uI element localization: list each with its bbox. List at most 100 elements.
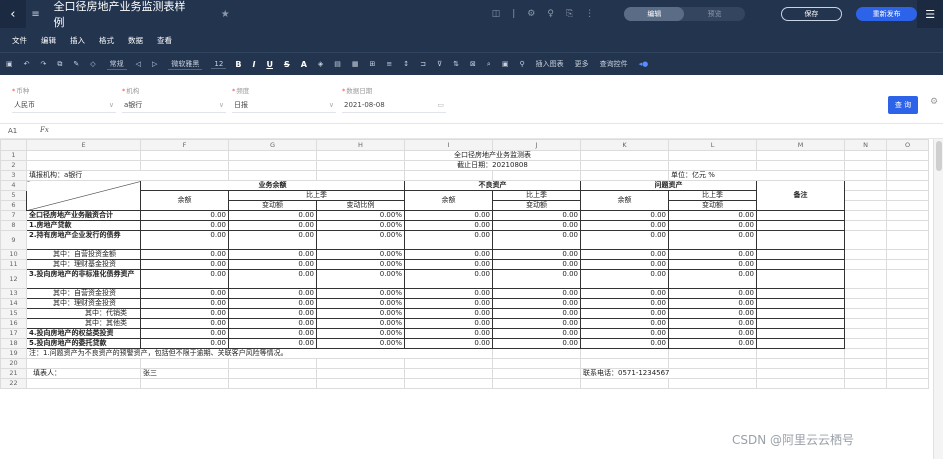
merge-icon[interactable]: ⊞ bbox=[370, 60, 376, 68]
query-control-button[interactable]: 查询控件 bbox=[600, 59, 628, 69]
value-cell[interactable]: 0.00 bbox=[140, 318, 229, 329]
remark-cell[interactable] bbox=[756, 210, 845, 221]
decimal-decrease-icon[interactable]: ◁ bbox=[136, 60, 141, 68]
row-header[interactable]: 18 bbox=[0, 338, 27, 349]
row-header[interactable]: 15 bbox=[0, 308, 27, 319]
valign-icon[interactable]: ↕ bbox=[403, 60, 409, 68]
value-cell[interactable]: 0.00% bbox=[316, 288, 405, 299]
row-label[interactable]: 其中：代销类 bbox=[26, 308, 141, 319]
sheet-cell[interactable] bbox=[404, 378, 493, 389]
sheet-cell[interactable] bbox=[886, 200, 929, 211]
sheet-cell[interactable] bbox=[844, 180, 887, 191]
value-cell[interactable]: 0.00 bbox=[140, 230, 229, 250]
copy-icon[interactable]: ⧉ bbox=[57, 60, 62, 69]
row-header[interactable]: 1 bbox=[0, 150, 27, 161]
sheet-cell[interactable] bbox=[228, 378, 317, 389]
value-cell[interactable]: 0.00 bbox=[492, 220, 581, 231]
value-cell[interactable]: 0.00 bbox=[492, 259, 581, 270]
value-cell[interactable]: 0.00 bbox=[404, 210, 493, 221]
sheet-cell[interactable] bbox=[580, 378, 669, 389]
org-select[interactable]: a银行 ∨ bbox=[122, 98, 226, 113]
export-icon[interactable]: ⎘ bbox=[566, 9, 573, 19]
sheet-cell[interactable] bbox=[756, 150, 845, 161]
bold-icon[interactable]: B bbox=[235, 60, 241, 69]
sheet-cell[interactable] bbox=[228, 358, 317, 369]
remark-cell[interactable] bbox=[756, 298, 845, 309]
header-ratio[interactable]: 变动比例 bbox=[316, 200, 405, 211]
sheet-title[interactable]: 全口径房地产业务监测表 bbox=[404, 150, 581, 161]
row-label[interactable]: 其中：理财基金投资 bbox=[26, 259, 141, 270]
sheet-cell[interactable] bbox=[844, 210, 887, 221]
sheet-cell[interactable] bbox=[756, 160, 845, 171]
sheet-cell[interactable] bbox=[844, 308, 887, 319]
filler-label[interactable]: 填表人： bbox=[26, 368, 141, 379]
menu-format[interactable]: 格式 bbox=[99, 35, 114, 46]
row-label[interactable]: 其中：自营资金投资 bbox=[26, 288, 141, 299]
undo-icon[interactable]: ↶ bbox=[24, 60, 30, 68]
remark-cell[interactable] bbox=[756, 338, 845, 349]
scroll-thumb[interactable] bbox=[936, 141, 942, 171]
sheet-cell[interactable] bbox=[26, 358, 141, 369]
sheet-cell[interactable] bbox=[756, 358, 845, 369]
border-icon[interactable]: ▤ bbox=[334, 60, 341, 68]
sheet-cell[interactable] bbox=[228, 170, 317, 181]
sheet-cell[interactable] bbox=[492, 170, 581, 181]
header-balance[interactable]: 余额 bbox=[580, 190, 669, 211]
sheet-cell[interactable] bbox=[492, 358, 581, 369]
value-cell[interactable]: 0.00 bbox=[404, 338, 493, 349]
row-header[interactable]: 20 bbox=[0, 358, 27, 369]
value-cell[interactable]: 0.00 bbox=[580, 210, 669, 221]
sheet-cell[interactable] bbox=[844, 338, 887, 349]
row-header[interactable]: 21 bbox=[0, 368, 27, 379]
remark-cell[interactable] bbox=[756, 308, 845, 319]
freeze-icon[interactable]: ⊠ bbox=[470, 60, 476, 68]
menu-edit[interactable]: 编辑 bbox=[41, 35, 56, 46]
sheet-cell[interactable] bbox=[886, 160, 929, 171]
value-cell[interactable]: 0.00 bbox=[228, 210, 317, 221]
find-icon[interactable]: ⌕ bbox=[487, 60, 491, 69]
settings-icon[interactable]: ⚙ bbox=[527, 9, 535, 19]
filler-value[interactable]: 张三 bbox=[140, 368, 229, 379]
value-cell[interactable]: 0.00 bbox=[668, 230, 757, 250]
query-button[interactable]: 查 询 bbox=[888, 96, 918, 114]
value-cell[interactable]: 0.00% bbox=[316, 328, 405, 339]
row-label[interactable]: 1.房地产贷款 bbox=[26, 220, 141, 231]
sheet-cell[interactable] bbox=[844, 220, 887, 231]
value-cell[interactable]: 0.00 bbox=[580, 230, 669, 250]
value-cell[interactable]: 0.00% bbox=[316, 308, 405, 319]
freq-select[interactable]: 日报 ∨ bbox=[232, 98, 336, 113]
cell-reference[interactable]: A1 bbox=[8, 127, 17, 135]
sheet-cell[interactable] bbox=[580, 348, 669, 359]
value-cell[interactable]: 0.00 bbox=[140, 338, 229, 349]
sheet-cell[interactable] bbox=[668, 150, 757, 161]
sheet-cell[interactable] bbox=[844, 150, 887, 161]
header-business[interactable]: 业务余额 bbox=[140, 180, 405, 191]
value-cell[interactable]: 0.00 bbox=[404, 230, 493, 250]
sheet-cell[interactable] bbox=[316, 368, 405, 379]
star-icon[interactable]: ★ bbox=[221, 9, 230, 20]
row-header[interactable]: 8 bbox=[0, 220, 27, 231]
hamburger-icon[interactable]: ☰ bbox=[917, 0, 943, 28]
date-picker[interactable]: 2021-08-08 ▭ bbox=[342, 98, 446, 113]
value-cell[interactable]: 0.00 bbox=[228, 298, 317, 309]
value-cell[interactable]: 0.00 bbox=[228, 249, 317, 260]
sheet-cell[interactable] bbox=[844, 230, 887, 250]
sheet-cell[interactable] bbox=[316, 150, 405, 161]
value-cell[interactable]: 0.00 bbox=[580, 249, 669, 260]
value-cell[interactable]: 0.00 bbox=[228, 269, 317, 289]
row-header[interactable]: 5 bbox=[0, 190, 27, 201]
value-cell[interactable]: 0.00 bbox=[580, 318, 669, 329]
remark-cell[interactable] bbox=[756, 259, 845, 270]
sheet-cell[interactable] bbox=[26, 160, 141, 171]
sheet-cell[interactable] bbox=[756, 368, 845, 379]
sheet-cell[interactable] bbox=[756, 378, 845, 389]
sheet-cell[interactable] bbox=[844, 200, 887, 211]
toggle-icon[interactable]: ◂● bbox=[639, 60, 649, 68]
value-cell[interactable]: 0.00 bbox=[580, 269, 669, 289]
value-cell[interactable]: 0.00 bbox=[492, 269, 581, 289]
column-header[interactable]: K bbox=[580, 139, 669, 151]
value-cell[interactable]: 0.00 bbox=[668, 259, 757, 270]
sheet-cell[interactable] bbox=[668, 378, 757, 389]
value-cell[interactable]: 0.00 bbox=[140, 210, 229, 221]
wrap-icon[interactable]: ⊐ bbox=[420, 60, 426, 68]
